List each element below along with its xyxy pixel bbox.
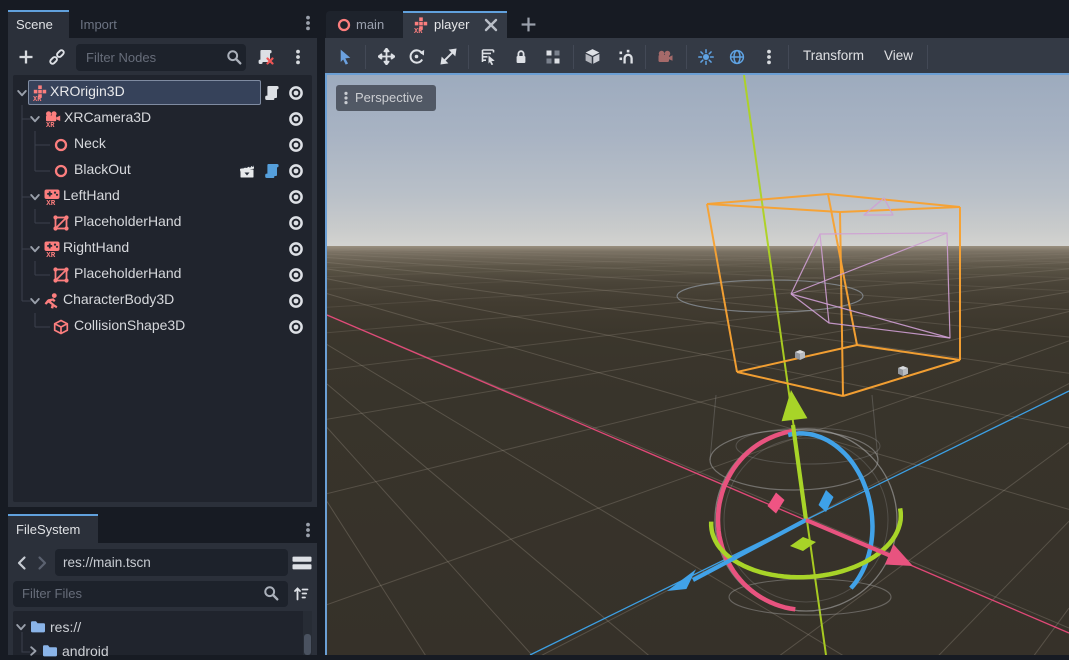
svg-text:XR: XR xyxy=(414,28,423,33)
svg-text:XR: XR xyxy=(33,96,42,101)
svg-text:XR: XR xyxy=(46,200,56,205)
svg-text:XR: XR xyxy=(46,252,56,257)
svg-text:XR: XR xyxy=(46,122,55,127)
